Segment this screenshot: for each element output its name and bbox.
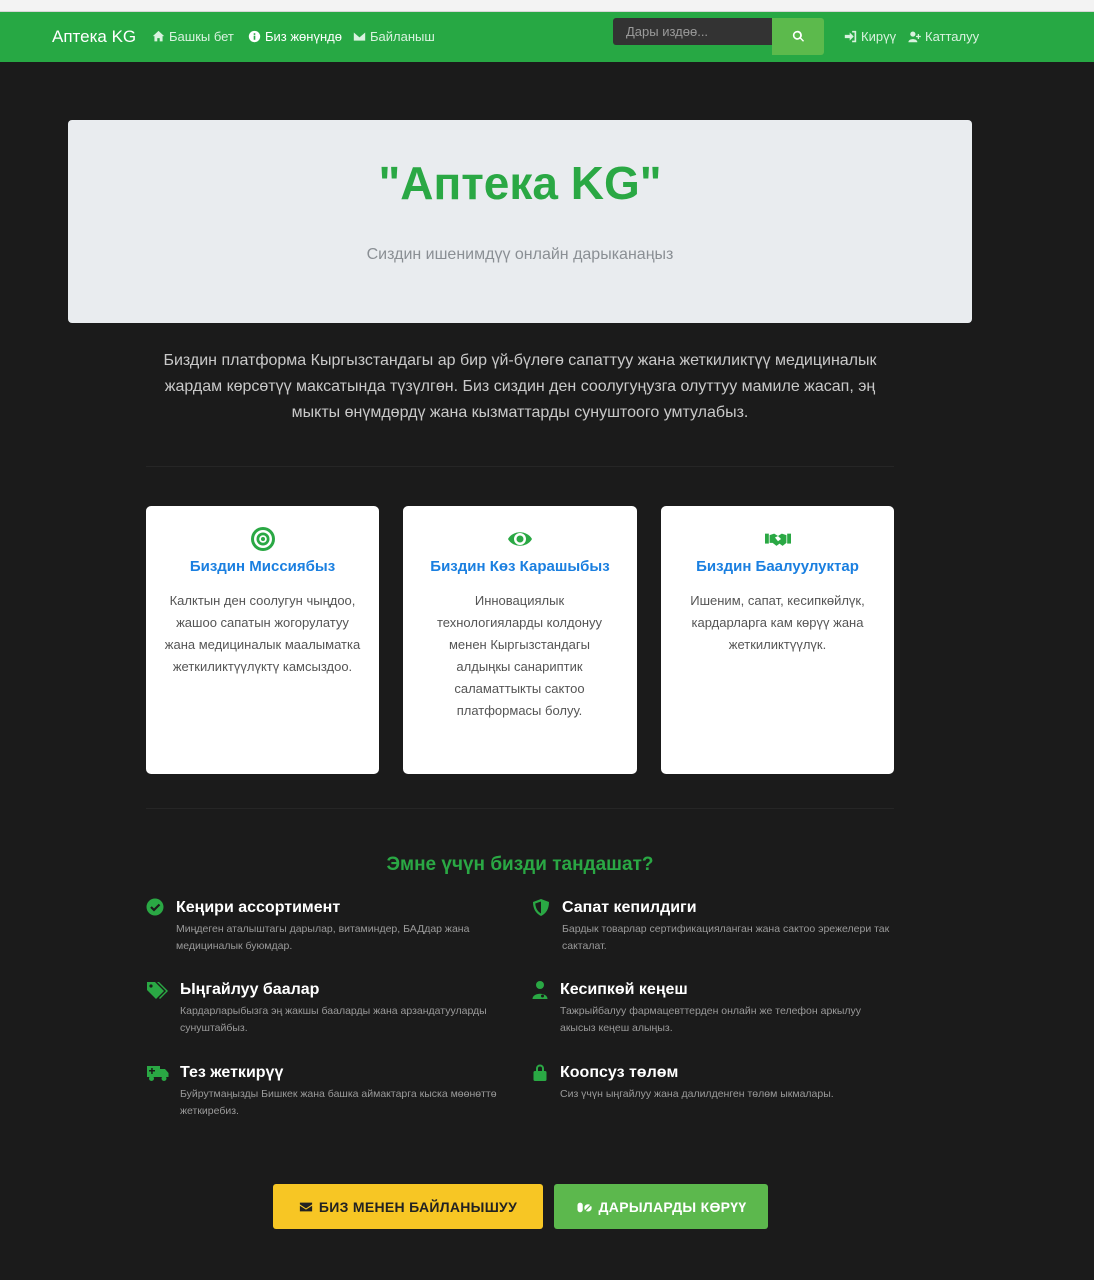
login-label: Кирүү xyxy=(861,29,897,44)
register-link[interactable]: Катталуу xyxy=(908,29,979,44)
eye-icon xyxy=(508,532,532,546)
search-icon xyxy=(792,30,804,42)
contact-us-label: БИЗ МЕНЕН БАЙЛАНЫШУУ xyxy=(318,1198,518,1215)
search-button[interactable] xyxy=(772,18,824,55)
info-icon xyxy=(248,30,261,43)
browser-top-strip xyxy=(0,0,1094,12)
vision-text: Инновациялык технологияларды колдонуу ме… xyxy=(436,593,603,718)
pills-icon xyxy=(577,1202,592,1212)
feature-title: Коопсуз төлөм xyxy=(560,1064,679,1081)
feature-title: Кесипкөй кеңеш xyxy=(560,981,688,998)
values-card: Биздин Баалуулуктар Ишеним, сапат, кесип… xyxy=(661,506,894,774)
why-us-title: Эмне үчүн бизди тандашат? xyxy=(386,854,654,875)
nav-link-home-label: Башкы бет xyxy=(169,29,234,44)
feature-title: Ыңгайлуу баалар xyxy=(180,981,320,998)
shield-icon xyxy=(533,899,549,916)
values-text: Ишеним, сапат, кесипкөйлүк, кардарларга … xyxy=(690,593,865,652)
tags-icon xyxy=(147,982,168,999)
mission-card: Биздин Миссиябыз Калктын ден соолугун чы… xyxy=(146,506,379,774)
sign-in-icon xyxy=(844,30,857,43)
values-title: Биздин Баалуулуктар xyxy=(696,558,859,575)
user-plus-icon xyxy=(908,31,921,43)
vision-title: Биздин Көз Карашыбыз xyxy=(430,558,610,575)
search-input[interactable] xyxy=(613,18,772,45)
feature-text: Миңдеген аталыштагы дарылар, витаминдер,… xyxy=(176,923,470,952)
mission-text: Калктын ден соолугун чыңдоо, жашоо сапат… xyxy=(164,593,361,674)
view-medicines-label: ДАРЫЛАРДЫ КӨРҮҮ xyxy=(598,1198,747,1215)
nav-link-home[interactable]: Башкы бет xyxy=(152,29,234,44)
home-icon xyxy=(152,30,165,42)
bullseye-icon xyxy=(250,527,275,551)
login-link[interactable]: Кирүү xyxy=(844,29,896,44)
user-md-icon xyxy=(532,981,548,999)
brand-logo[interactable]: Аптека KG xyxy=(52,27,136,47)
register-label: Катталуу xyxy=(925,29,980,44)
feature-text: Сиз үчүн ыңгайлуу жана далилденген төлөм… xyxy=(560,1088,834,1100)
view-medicines-button[interactable]: ДАРЫЛАРДЫ КӨРҮҮ xyxy=(554,1184,768,1229)
mission-title: Биздин Миссиябыз xyxy=(189,558,336,575)
nav-link-contact-label: Байланыш xyxy=(370,29,435,44)
intro-paragraph: Биздин платформа Кыргызстандагы ар бир ү… xyxy=(163,352,877,421)
navbar: Аптека KG Башкы бет Биз жөнүндө Байланыш… xyxy=(0,12,1094,62)
divider xyxy=(146,808,894,809)
handshake-icon xyxy=(764,533,791,546)
hero-subtitle: Сиздин ишенимдүү онлайн дарыканаңыз xyxy=(366,246,674,263)
feature-title: Кеңири ассортимент xyxy=(176,899,341,916)
vision-card: Биздин Көз Карашыбыз Инновациялык технол… xyxy=(403,506,637,774)
hero-jumbotron: "Аптека KG" Сиздин ишенимдүү онлайн дары… xyxy=(68,120,972,323)
feature-text: Кардарларыбызга эң жакшы бааларды жана а… xyxy=(180,1005,487,1034)
lock-icon xyxy=(533,1064,547,1081)
envelope-icon xyxy=(353,32,366,41)
check-circle-icon xyxy=(146,898,164,916)
envelope-icon xyxy=(299,1202,313,1211)
nav-link-about-label: Биз жөнүндө xyxy=(265,29,342,44)
feature-text: Бардык товарлар сертификацияланган жана … xyxy=(562,923,890,952)
feature-title: Сапат кепилдиги xyxy=(562,899,697,916)
feature-text: Тажрыйбалуу фармацевттерден онлайн же те… xyxy=(560,1005,862,1034)
contact-us-button[interactable]: БИЗ МЕНЕН БАЙЛАНЫШУУ xyxy=(273,1184,543,1229)
nav-link-about[interactable]: Биз жөнүндө xyxy=(248,29,342,44)
hero-title: "Аптека KG" xyxy=(378,157,662,209)
feature-title: Тез жеткирүү xyxy=(180,1064,284,1081)
nav-link-contact[interactable]: Байланыш xyxy=(353,29,435,44)
feature-text: Буйрутмаңызды Бишкек жана башка аймактар… xyxy=(180,1088,497,1117)
divider xyxy=(146,466,894,467)
truck-icon xyxy=(147,1066,169,1081)
